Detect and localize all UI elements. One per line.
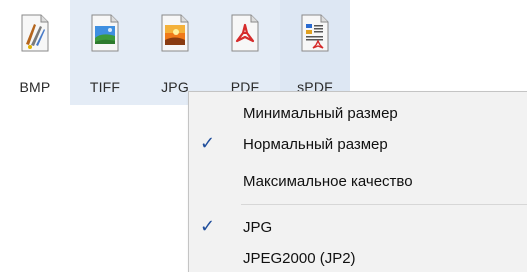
bmp-file-icon bbox=[21, 14, 49, 52]
filetype-pdf-button[interactable]: PDF bbox=[210, 0, 280, 105]
check-icon: ✓ bbox=[200, 216, 216, 237]
filetype-label: BMP bbox=[19, 79, 51, 95]
menu-item-label: Максимальное качество bbox=[243, 173, 413, 190]
menu-item-label: JPEG2000 (JP2) bbox=[243, 250, 356, 267]
menu-item-jpeg2000[interactable]: JPEG2000 (JP2) bbox=[189, 243, 527, 272]
filetype-jpg-button[interactable]: JPG bbox=[140, 0, 210, 105]
menu-separator bbox=[241, 204, 527, 205]
file-format-context-menu: Минимальный размер ✓ Нормальный размер М… bbox=[188, 91, 527, 272]
menu-item-label: Нормальный размер bbox=[243, 136, 388, 153]
menu-item-jpg[interactable]: ✓ JPG bbox=[189, 212, 527, 243]
spdf-file-icon bbox=[301, 14, 329, 52]
menu-item-normal-size[interactable]: ✓ Нормальный размер bbox=[189, 129, 527, 160]
menu-item-label: Минимальный размер bbox=[243, 105, 398, 122]
menu-item-maximum-quality[interactable]: Максимальное качество bbox=[189, 166, 527, 197]
menu-item-minimum-size[interactable]: Минимальный размер bbox=[189, 98, 527, 129]
check-icon: ✓ bbox=[200, 133, 216, 154]
filetype-bmp-button[interactable]: BMP bbox=[0, 0, 70, 105]
file-type-toolbar: BMP TIFF JPG PDF sPDF bbox=[0, 0, 350, 105]
menu-item-label: JPG bbox=[243, 219, 273, 236]
filetype-spdf-button[interactable]: sPDF bbox=[280, 0, 350, 105]
filetype-label: TIFF bbox=[89, 79, 121, 95]
pdf-file-icon bbox=[231, 14, 259, 52]
tiff-file-icon bbox=[91, 14, 119, 52]
filetype-tiff-button[interactable]: TIFF bbox=[70, 0, 140, 105]
jpg-file-icon bbox=[161, 14, 189, 52]
